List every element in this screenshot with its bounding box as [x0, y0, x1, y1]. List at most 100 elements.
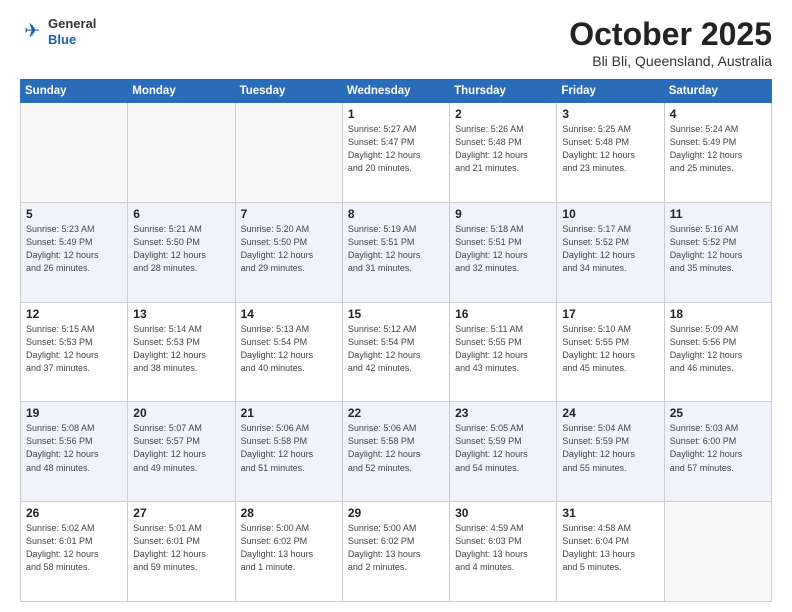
day-cell: 23 Sunrise: 5:05 AM Sunset: 5:59 PM Dayli… [450, 402, 557, 502]
day-info: Sunrise: 5:15 AM Sunset: 5:53 PM Dayligh… [26, 323, 122, 375]
day-number: 2 [455, 107, 551, 121]
day-info: Sunrise: 4:58 AM Sunset: 6:04 PM Dayligh… [562, 522, 658, 574]
day-cell: 14Sunrise: 5:13 AM Sunset: 5:54 PM Dayli… [235, 302, 342, 402]
day-cell: 10Sunrise: 5:17 AM Sunset: 5:52 PM Dayli… [557, 202, 664, 302]
day-info: Sunrise: 5:21 AM Sunset: 5:50 PM Dayligh… [133, 223, 229, 275]
day-info: Sunrise: 5:09 AM Sunset: 5:56 PM Dayligh… [670, 323, 766, 375]
day-info: Sunrise: 5:06 AM Sunset: 5:58 PM Dayligh… [241, 422, 337, 474]
day-cell: 13Sunrise: 5:14 AM Sunset: 5:53 PM Dayli… [128, 302, 235, 402]
week-row-1: 5 Sunrise: 5:23 AM Sunset: 5:49 PM Daylig… [21, 202, 772, 302]
day-cell: 4 Sunrise: 5:24 AM Sunset: 5:49 PM Daylig… [664, 103, 771, 203]
day-cell: 25 Sunrise: 5:03 AM Sunset: 6:00 PM Dayli… [664, 402, 771, 502]
day-cell: 3 Sunrise: 5:25 AM Sunset: 5:48 PM Daylig… [557, 103, 664, 203]
title-block: October 2025 Bli Bli, Queensland, Austra… [569, 16, 772, 69]
day-info: Sunrise: 5:01 AM Sunset: 6:01 PM Dayligh… [133, 522, 229, 574]
day-cell: 21 Sunrise: 5:06 AM Sunset: 5:58 PM Dayli… [235, 402, 342, 502]
day-cell: 30Sunrise: 4:59 AM Sunset: 6:03 PM Dayli… [450, 502, 557, 602]
day-number: 12 [26, 307, 122, 321]
day-cell: 28 Sunrise: 5:00 AM Sunset: 6:02 PM Dayli… [235, 502, 342, 602]
day-info: Sunrise: 5:19 AM Sunset: 5:51 PM Dayligh… [348, 223, 444, 275]
day-cell: 6 Sunrise: 5:21 AM Sunset: 5:50 PM Daylig… [128, 202, 235, 302]
day-number: 4 [670, 107, 766, 121]
day-number: 7 [241, 207, 337, 221]
day-info: Sunrise: 5:11 AM Sunset: 5:55 PM Dayligh… [455, 323, 551, 375]
day-number: 20 [133, 406, 229, 420]
day-number: 14 [241, 307, 337, 321]
day-number: 1 [348, 107, 444, 121]
day-cell: 9Sunrise: 5:18 AM Sunset: 5:51 PM Daylig… [450, 202, 557, 302]
day-number: 9 [455, 207, 551, 221]
header-cell-friday: Friday [557, 80, 664, 103]
day-info: Sunrise: 5:05 AM Sunset: 5:59 PM Dayligh… [455, 422, 551, 474]
header-cell-wednesday: Wednesday [342, 80, 449, 103]
day-info: Sunrise: 5:27 AM Sunset: 5:47 PM Dayligh… [348, 123, 444, 175]
svg-text:✈: ✈ [24, 20, 40, 41]
day-cell: 18 Sunrise: 5:09 AM Sunset: 5:56 PM Dayli… [664, 302, 771, 402]
day-cell: 29Sunrise: 5:00 AM Sunset: 6:02 PM Dayli… [342, 502, 449, 602]
day-cell: 22Sunrise: 5:06 AM Sunset: 5:58 PM Dayli… [342, 402, 449, 502]
day-info: Sunrise: 5:08 AM Sunset: 5:56 PM Dayligh… [26, 422, 122, 474]
day-number: 26 [26, 506, 122, 520]
header-cell-tuesday: Tuesday [235, 80, 342, 103]
day-number: 15 [348, 307, 444, 321]
day-cell: 2 Sunrise: 5:26 AM Sunset: 5:48 PM Daylig… [450, 103, 557, 203]
day-info: Sunrise: 5:03 AM Sunset: 6:00 PM Dayligh… [670, 422, 766, 474]
logo-text: General Blue [48, 16, 96, 47]
week-row-2: 12 Sunrise: 5:15 AM Sunset: 5:53 PM Dayli… [21, 302, 772, 402]
header-row: SundayMondayTuesdayWednesdayThursdayFrid… [21, 80, 772, 103]
calendar-body: 1 Sunrise: 5:27 AM Sunset: 5:47 PM Daylig… [21, 103, 772, 602]
day-number: 17 [562, 307, 658, 321]
day-info: Sunrise: 5:00 AM Sunset: 6:02 PM Dayligh… [241, 522, 337, 574]
day-number: 25 [670, 406, 766, 420]
day-info: Sunrise: 5:20 AM Sunset: 5:50 PM Dayligh… [241, 223, 337, 275]
day-number: 5 [26, 207, 122, 221]
day-cell [664, 502, 771, 602]
day-info: Sunrise: 5:26 AM Sunset: 5:48 PM Dayligh… [455, 123, 551, 175]
day-info: Sunrise: 4:59 AM Sunset: 6:03 PM Dayligh… [455, 522, 551, 574]
day-number: 16 [455, 307, 551, 321]
day-info: Sunrise: 5:24 AM Sunset: 5:49 PM Dayligh… [670, 123, 766, 175]
day-number: 10 [562, 207, 658, 221]
day-number: 28 [241, 506, 337, 520]
day-number: 8 [348, 207, 444, 221]
day-info: Sunrise: 5:00 AM Sunset: 6:02 PM Dayligh… [348, 522, 444, 574]
day-number: 31 [562, 506, 658, 520]
header-cell-saturday: Saturday [664, 80, 771, 103]
day-number: 24 [562, 406, 658, 420]
day-number: 27 [133, 506, 229, 520]
day-cell: 17 Sunrise: 5:10 AM Sunset: 5:55 PM Dayli… [557, 302, 664, 402]
day-number: 11 [670, 207, 766, 221]
day-info: Sunrise: 5:14 AM Sunset: 5:53 PM Dayligh… [133, 323, 229, 375]
day-info: Sunrise: 5:23 AM Sunset: 5:49 PM Dayligh… [26, 223, 122, 275]
day-cell: 7 Sunrise: 5:20 AM Sunset: 5:50 PM Daylig… [235, 202, 342, 302]
day-cell [128, 103, 235, 203]
logo-blue: Blue [48, 32, 96, 48]
day-info: Sunrise: 5:02 AM Sunset: 6:01 PM Dayligh… [26, 522, 122, 574]
day-info: Sunrise: 5:25 AM Sunset: 5:48 PM Dayligh… [562, 123, 658, 175]
header: ✈ General Blue October 2025 Bli Bli, Que… [20, 16, 772, 69]
day-number: 19 [26, 406, 122, 420]
day-cell: 1 Sunrise: 5:27 AM Sunset: 5:47 PM Daylig… [342, 103, 449, 203]
day-number: 3 [562, 107, 658, 121]
day-cell: 15Sunrise: 5:12 AM Sunset: 5:54 PM Dayli… [342, 302, 449, 402]
day-cell: 12 Sunrise: 5:15 AM Sunset: 5:53 PM Dayli… [21, 302, 128, 402]
day-number: 18 [670, 307, 766, 321]
header-cell-monday: Monday [128, 80, 235, 103]
day-cell: 16 Sunrise: 5:11 AM Sunset: 5:55 PM Dayli… [450, 302, 557, 402]
logo-general: General [48, 16, 96, 32]
day-cell: 31 Sunrise: 4:58 AM Sunset: 6:04 PM Dayli… [557, 502, 664, 602]
day-number: 21 [241, 406, 337, 420]
week-row-0: 1 Sunrise: 5:27 AM Sunset: 5:47 PM Daylig… [21, 103, 772, 203]
day-info: Sunrise: 5:10 AM Sunset: 5:55 PM Dayligh… [562, 323, 658, 375]
week-row-3: 19 Sunrise: 5:08 AM Sunset: 5:56 PM Dayli… [21, 402, 772, 502]
day-cell: 20Sunrise: 5:07 AM Sunset: 5:57 PM Dayli… [128, 402, 235, 502]
header-cell-thursday: Thursday [450, 80, 557, 103]
page: ✈ General Blue October 2025 Bli Bli, Que… [0, 0, 792, 612]
day-number: 6 [133, 207, 229, 221]
day-number: 22 [348, 406, 444, 420]
day-cell [235, 103, 342, 203]
week-row-4: 26 Sunrise: 5:02 AM Sunset: 6:01 PM Dayli… [21, 502, 772, 602]
day-cell: 24Sunrise: 5:04 AM Sunset: 5:59 PM Dayli… [557, 402, 664, 502]
day-info: Sunrise: 5:16 AM Sunset: 5:52 PM Dayligh… [670, 223, 766, 275]
day-number: 23 [455, 406, 551, 420]
